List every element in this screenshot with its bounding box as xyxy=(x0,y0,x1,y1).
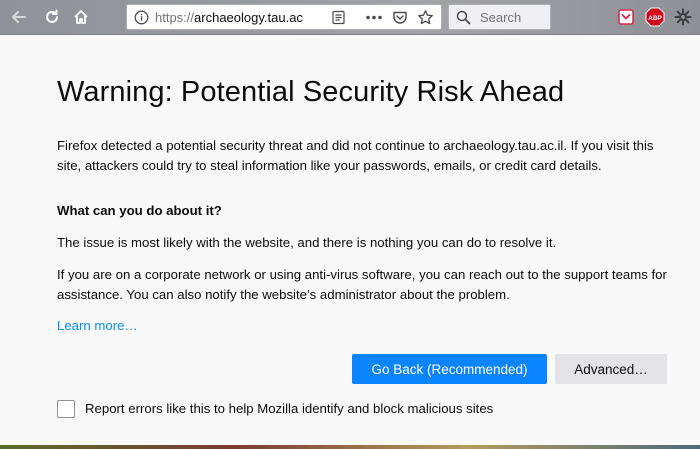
search-placeholder: Search xyxy=(480,10,522,25)
abp-label: ABP xyxy=(648,15,662,22)
browser-toolbar: https://archaeology.tau.ac Search ABP xyxy=(0,0,700,35)
go-back-button[interactable]: Go Back (Recommended) xyxy=(352,354,547,384)
adblock-plus-icon[interactable]: ABP xyxy=(644,6,666,28)
url-host: archaeology.tau.ac xyxy=(194,10,303,25)
report-errors-checkbox[interactable] xyxy=(57,400,75,418)
bookmark-star-icon[interactable] xyxy=(417,9,434,31)
advanced-button[interactable]: Advanced… xyxy=(555,354,667,384)
intro-text: Firefox detected a potential security th… xyxy=(57,138,654,173)
issue-text: The issue is most likely with the websit… xyxy=(57,235,557,250)
search-input[interactable]: Search xyxy=(448,4,551,30)
corporate-network-text: If you are on a corporate network or usi… xyxy=(57,267,667,302)
pocket-icon[interactable] xyxy=(392,10,408,30)
url-protocol: https:// xyxy=(155,10,195,25)
search-icon xyxy=(456,10,471,30)
page-title: Warning: Potential Security Risk Ahead xyxy=(57,76,565,108)
learn-more-link[interactable]: Learn more… xyxy=(57,318,138,333)
what-can-you-do-heading: What can you do about it? xyxy=(57,203,222,218)
url-bar[interactable]: https://archaeology.tau.ac xyxy=(126,4,442,30)
back-arrow-icon[interactable] xyxy=(8,6,30,28)
info-icon[interactable] xyxy=(134,10,149,30)
page-actions-icon[interactable] xyxy=(365,10,383,30)
error-page: Warning: Potential Security Risk Ahead F… xyxy=(0,36,700,449)
home-icon[interactable] xyxy=(70,6,92,28)
addon-pocket-red-icon[interactable] xyxy=(615,6,637,28)
reader-view-icon[interactable] xyxy=(331,10,346,30)
gear-icon[interactable] xyxy=(672,6,694,28)
report-errors-label: Report errors like this to help Mozilla … xyxy=(85,401,494,416)
url-text[interactable]: https://archaeology.tau.ac xyxy=(155,10,325,25)
reload-icon[interactable] xyxy=(41,6,63,28)
bottom-divider xyxy=(0,445,700,449)
